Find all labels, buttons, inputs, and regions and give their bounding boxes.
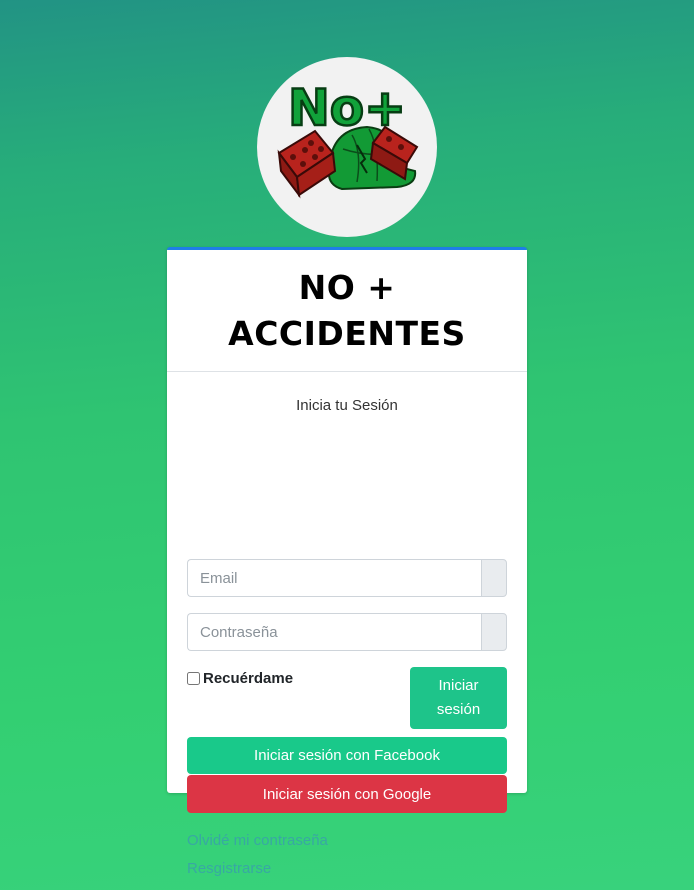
- brand-logo: No+: [257, 57, 437, 237]
- remember-me[interactable]: Recuérdame: [187, 670, 293, 687]
- login-subtitle: Inicia tu Sesión: [296, 397, 398, 414]
- password-input[interactable]: [187, 613, 481, 651]
- remember-me-checkbox[interactable]: [187, 672, 200, 685]
- page-title: NO + ACCIDENTES: [228, 267, 466, 353]
- email-input[interactable]: [187, 559, 481, 597]
- card-header: NO + ACCIDENTES: [167, 250, 527, 372]
- register-link[interactable]: Resgistrarse: [187, 860, 271, 877]
- password-input-group: [187, 613, 507, 651]
- facebook-login-button[interactable]: Iniciar sesión con Facebook: [187, 737, 507, 774]
- login-button[interactable]: Iniciar sesión: [410, 667, 507, 729]
- password-input-addon: [481, 613, 507, 651]
- card-body: Inicia tu Sesión Recuérdame Iniciar sesi…: [167, 372, 527, 877]
- email-input-group: [187, 559, 507, 597]
- email-input-addon: [481, 559, 507, 597]
- forgot-password-link[interactable]: Olvidé mi contraseña: [187, 832, 328, 849]
- hard-hat-bricks-logo-icon: No+: [277, 78, 419, 199]
- remember-me-label: Recuérdame: [203, 670, 294, 687]
- google-login-button[interactable]: Iniciar sesión con Google: [187, 775, 507, 813]
- login-card: NO + ACCIDENTES Inicia tu Sesión Recuérd…: [167, 247, 527, 877]
- logo-text: No+: [288, 79, 406, 137]
